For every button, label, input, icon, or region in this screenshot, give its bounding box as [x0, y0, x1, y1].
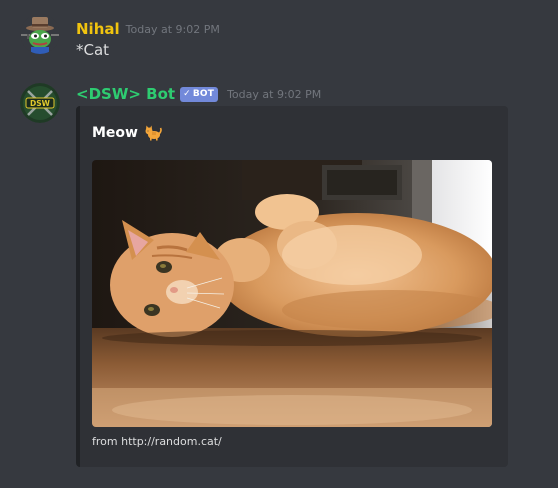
cat-emoji-icon — [144, 125, 162, 141]
pepe-cowboy-avatar-icon[interactable] — [20, 14, 60, 54]
timestamp: Today at 9:02 PM — [227, 88, 322, 101]
avatar-text: DSW — [30, 99, 51, 108]
chat-messages: Nihal Today at 9:02 PM *Cat DSW <DSW> Bo… — [0, 0, 558, 488]
bot-tag: ✓ BOT — [180, 86, 219, 102]
dsw-logo-avatar-icon[interactable]: DSW — [20, 83, 60, 123]
message-header: <DSW> Bot ✓ BOT Today at 9:02 PM — [76, 83, 321, 105]
message-header: Nihal Today at 9:02 PM — [76, 18, 220, 40]
embed-image-cat-photo[interactable] — [92, 160, 492, 427]
checkmark-icon: ✓ — [183, 89, 191, 99]
message-content: *Cat — [76, 41, 110, 59]
bot-tag-label: BOT — [192, 89, 215, 99]
embed-title: Meow — [92, 125, 162, 141]
embed-title-text: Meow — [92, 125, 138, 141]
timestamp: Today at 9:02 PM — [125, 23, 220, 36]
username[interactable]: <DSW> Bot — [76, 85, 175, 103]
embed: Meow from http://random.cat/ — [76, 106, 508, 467]
embed-footer: from http://random.cat/ — [92, 435, 222, 448]
username[interactable]: Nihal — [76, 20, 120, 38]
